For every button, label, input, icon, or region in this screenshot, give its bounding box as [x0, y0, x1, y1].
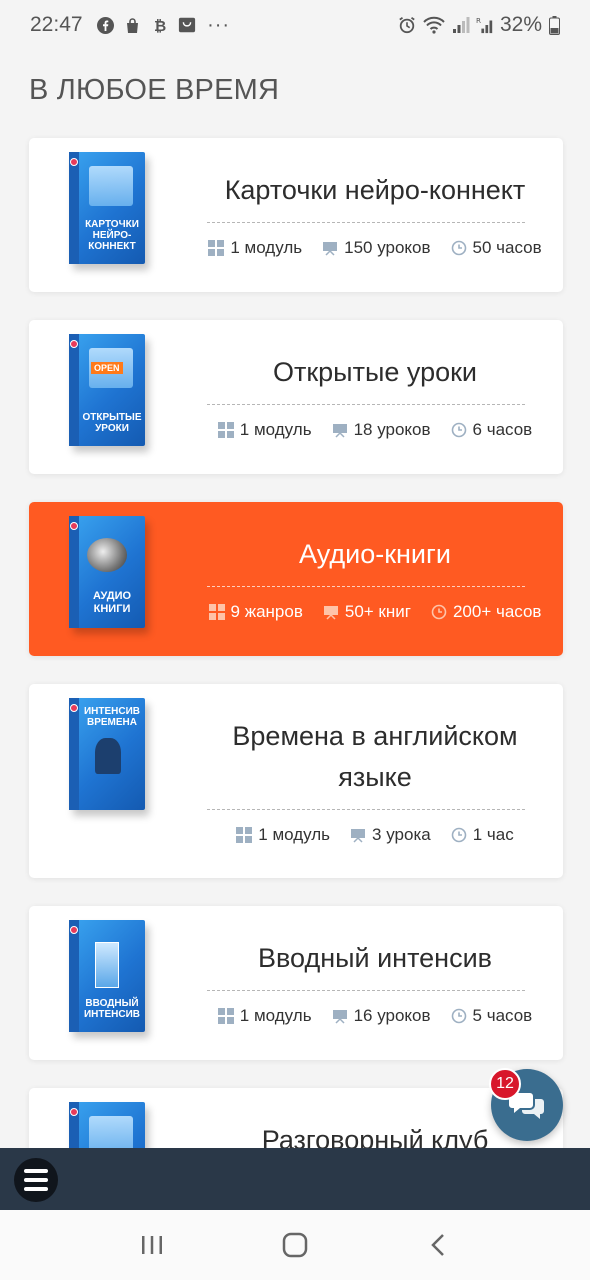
- meta-books: 50+ книг: [323, 602, 411, 622]
- hamburger-menu-icon[interactable]: [14, 1158, 58, 1202]
- meta-hours: 5 часов: [451, 1006, 532, 1026]
- meta-lessons: 150 уроков: [322, 238, 431, 258]
- alarm-icon: [398, 16, 416, 34]
- meta-genres: 9 жанров: [208, 602, 303, 622]
- divider: [207, 404, 525, 405]
- meta-hours: 50 часов: [451, 238, 542, 258]
- course-box-image: АУДИО КНИГИ: [69, 516, 161, 634]
- clock-icon: [431, 604, 447, 620]
- course-meta: 1 модуль 16 уроков 5 часов: [199, 1006, 551, 1026]
- signal-icon: [452, 16, 470, 34]
- shopping-bag-icon: [124, 16, 142, 34]
- lessons-board-icon: [332, 1010, 347, 1024]
- course-box-image: КАРТОЧКИ НЕЙРО-КОННЕКТ: [69, 152, 161, 270]
- clock-icon: [451, 827, 467, 843]
- course-box-image: OPEN ОТКРЫТЫЕ УРОКИ: [69, 334, 161, 452]
- wifi-icon: [422, 16, 446, 34]
- headphones-art: [87, 538, 127, 572]
- back-icon[interactable]: [418, 1225, 458, 1265]
- lessons-board-icon: [351, 829, 366, 843]
- door-art: [95, 942, 119, 988]
- meta-hours: 6 часов: [451, 420, 532, 440]
- system-nav-bar: [0, 1210, 590, 1280]
- course-card-audiobooks[interactable]: АУДИО КНИГИ Аудио-книги 9 жанров 50+ кни…: [29, 502, 563, 656]
- course-meta: 1 модуль 150 уроков 50 часов: [199, 238, 551, 258]
- svg-text:₿: ₿: [154, 17, 166, 34]
- chat-unread-badge: 12: [489, 1068, 521, 1100]
- divider: [207, 809, 525, 810]
- course-meta: 1 модуль 3 урока 1 час: [199, 825, 551, 845]
- bitcoin-icon: ₿: [151, 16, 169, 34]
- more-dots-icon: ···: [207, 13, 231, 36]
- meta-hours: 1 час: [451, 825, 514, 845]
- signal-roaming-icon: R: [476, 16, 494, 34]
- course-card-neuro-connect[interactable]: КАРТОЧКИ НЕЙРО-КОННЕКТ Карточки нейро-ко…: [29, 138, 563, 292]
- modules-grid-icon: [208, 240, 225, 256]
- meta-modules: 1 модуль: [217, 420, 312, 440]
- bottom-app-bar: [0, 1148, 590, 1210]
- store-icon: [178, 16, 196, 34]
- clock-icon: [451, 240, 466, 256]
- meta-lessons: 18 уроков: [332, 420, 431, 440]
- course-box-image: ВВОДНЫЙ ИНТЕНСИВ: [69, 920, 161, 1038]
- clock-icon: [451, 1008, 466, 1024]
- modules-grid-icon: [208, 604, 225, 620]
- open-tag: OPEN: [91, 362, 123, 374]
- modules-grid-icon: [236, 827, 253, 843]
- divider: [207, 586, 525, 587]
- meta-lessons: 3 урока: [350, 825, 431, 845]
- battery-icon: [548, 15, 560, 35]
- course-meta: 9 жанров 50+ книг 200+ часов: [199, 602, 551, 622]
- course-card-tenses[interactable]: ИНТЕНСИВ ВРЕМЕНА Времена в английском яз…: [29, 684, 563, 878]
- recents-icon[interactable]: [132, 1225, 172, 1265]
- modules-grid-icon: [217, 422, 234, 438]
- meta-modules: 1 модуль: [217, 1006, 312, 1026]
- divider: [207, 990, 525, 991]
- lessons-board-icon: [323, 606, 338, 620]
- meta-modules: 1 модуль: [208, 238, 302, 258]
- course-card-open-lessons[interactable]: OPEN ОТКРЫТЫЕ УРОКИ Открытые уроки 1 мод…: [29, 320, 563, 474]
- clock-icon: [451, 422, 466, 438]
- modules-grid-icon: [217, 1008, 234, 1024]
- facebook-icon: [97, 16, 115, 34]
- course-title: Времена в английском языке: [232, 721, 518, 792]
- battery-percent: 32%: [499, 13, 542, 36]
- course-title: Аудио-книги: [299, 539, 451, 569]
- section-title: В ЛЮБОЕ ВРЕМЯ: [29, 74, 280, 106]
- lessons-board-icon: [332, 424, 347, 438]
- course-meta: 1 модуль 18 уроков 6 часов: [199, 420, 551, 440]
- meta-modules: 1 модуль: [236, 825, 330, 845]
- course-title: Карточки нейро-коннект: [224, 175, 526, 205]
- svg-text:R: R: [476, 16, 481, 25]
- runner-art: [95, 738, 121, 774]
- divider: [207, 222, 525, 223]
- course-box-image: ИНТЕНСИВ ВРЕМЕНА: [69, 698, 161, 816]
- status-bar: 22:47 ₿ ··· R 32%: [0, 0, 590, 50]
- home-icon[interactable]: [275, 1225, 315, 1265]
- lessons-board-icon: [323, 242, 338, 256]
- meta-hours: 200+ часов: [431, 602, 541, 622]
- course-card-intro-intensive[interactable]: ВВОДНЫЙ ИНТЕНСИВ Вводный интенсив 1 моду…: [29, 906, 563, 1060]
- status-time: 22:47: [30, 13, 83, 36]
- meta-lessons: 16 уроков: [332, 1006, 431, 1026]
- course-title: Открытые уроки: [272, 357, 478, 387]
- course-title: Вводный интенсив: [257, 943, 493, 973]
